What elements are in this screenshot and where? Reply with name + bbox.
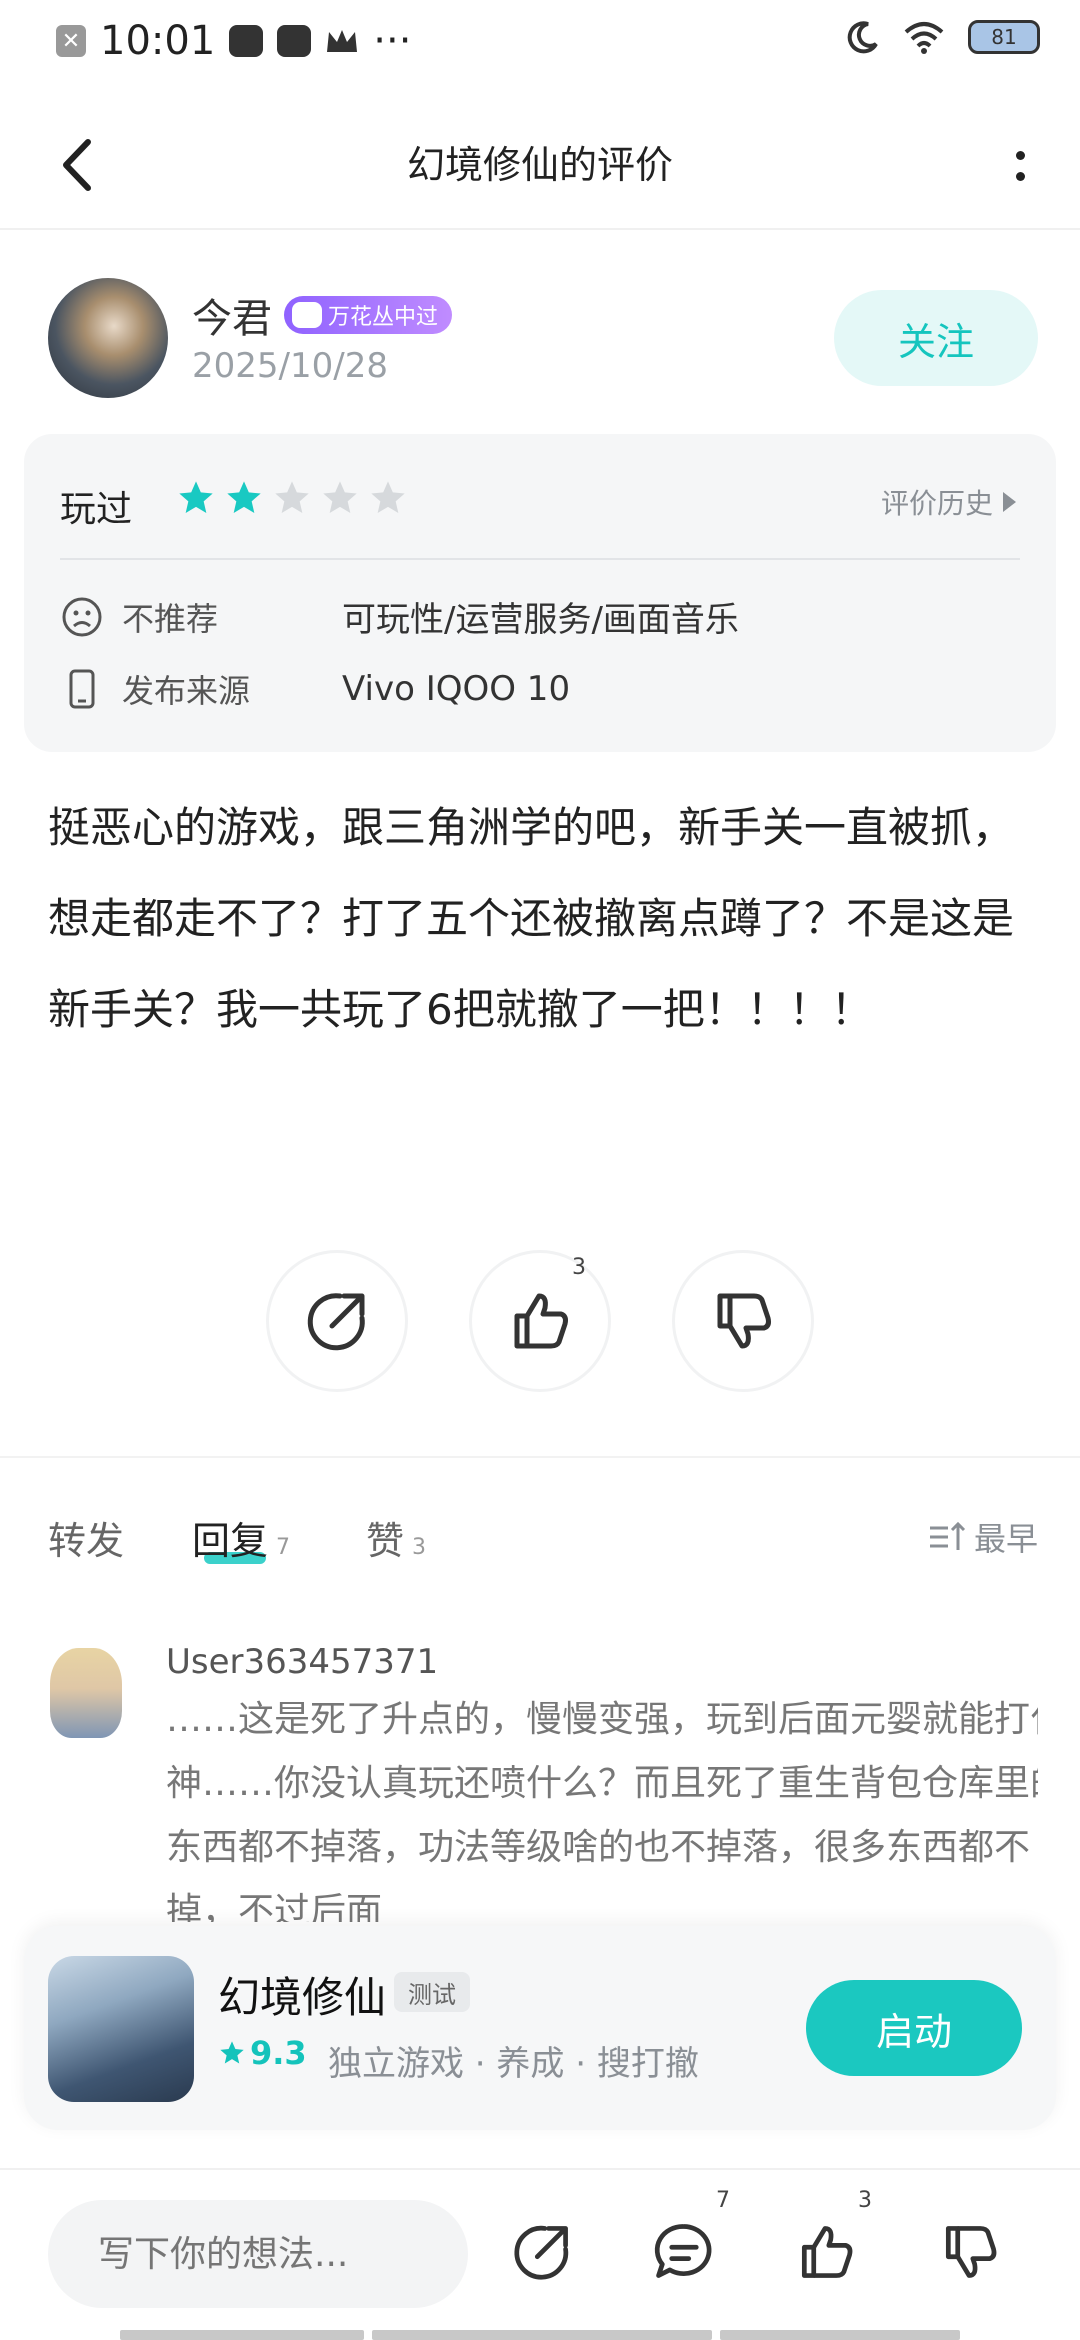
star-icon xyxy=(220,2041,244,2064)
game-score-value: 9.3 xyxy=(250,2034,307,2072)
thumbs-up-icon xyxy=(801,2226,853,2278)
share-button[interactable] xyxy=(266,1250,408,1392)
crown-icon xyxy=(327,30,358,52)
source-value: Vivo IQOO 10 xyxy=(342,669,571,709)
more-notifications: ··· xyxy=(373,18,412,64)
tab-likes-label: 赞 xyxy=(366,1519,405,1563)
more-options-button[interactable] xyxy=(1010,136,1030,196)
video-app-icon xyxy=(277,25,312,57)
thumbs-down-icon xyxy=(945,2226,997,2278)
comment-icon xyxy=(654,2224,712,2278)
follow-button[interactable]: 关注 xyxy=(834,290,1038,386)
notification-close-icon: ✕ xyxy=(56,25,86,57)
tab-repost-label: 转发 xyxy=(48,1519,125,1563)
tab-replies[interactable]: 回复 7 xyxy=(192,1510,290,1565)
reply-tabs: 转发 回复 7 赞3 最早 xyxy=(48,1500,1038,1580)
gamepad-icon xyxy=(292,302,322,328)
recommend-label: 不推荐 xyxy=(122,599,219,638)
tab-likes[interactable]: 赞3 xyxy=(366,1510,426,1565)
game-name: 幻境修仙 xyxy=(218,1973,387,2022)
like-bottom-count: 3 xyxy=(858,2188,872,2213)
share-bottom-button[interactable] xyxy=(502,2212,582,2292)
status-right: 81 xyxy=(846,20,1040,54)
like-count: 3 xyxy=(572,1255,586,1280)
sad-face-icon xyxy=(62,597,102,636)
moon-icon xyxy=(847,21,878,54)
sort-label: 最早 xyxy=(973,1520,1038,1558)
reply-username[interactable]: User363457371 xyxy=(166,1642,438,1682)
review-author: 今君 万花丛中过 2025/10/28 关注 xyxy=(48,276,1038,406)
bottom-bar: 7 3 xyxy=(0,2168,1080,2340)
card-divider xyxy=(60,558,1020,560)
like-button[interactable]: 3 xyxy=(469,1250,611,1392)
phone-icon xyxy=(69,669,95,709)
game-score: 9.3 xyxy=(218,2034,307,2072)
comment-button[interactable]: 7 xyxy=(644,2188,730,2292)
review-actions: 3 xyxy=(0,1250,1080,1400)
dot-icon xyxy=(1015,151,1025,160)
reply-avatar[interactable] xyxy=(50,1648,122,1738)
notification-app-icon xyxy=(229,25,264,57)
recommend-value: 可玩性/运营服务/画面音乐 xyxy=(342,600,739,640)
badge-label: 万花丛中过 xyxy=(328,305,439,330)
rating-card: 玩过 评价历史 不推荐 可玩性/运营服务/画面音乐 发布来源 Vivo IQOO… xyxy=(24,434,1056,752)
comment-input[interactable] xyxy=(48,2200,468,2308)
launch-button[interactable]: 启动 xyxy=(806,1980,1022,2076)
thumbs-down-icon xyxy=(717,1293,771,1349)
game-tag: 测试 xyxy=(394,1972,470,2012)
section-divider xyxy=(0,1456,1080,1458)
wifi-icon xyxy=(904,22,944,54)
nav-segment xyxy=(372,2330,712,2340)
author-avatar[interactable] xyxy=(48,278,168,398)
share-icon xyxy=(307,1293,365,1351)
source-label: 发布来源 xyxy=(122,672,251,710)
review-body: 挺恶心的游戏，跟三角洲学的吧，新手关一直被抓，想走都走不了？打了五个还被撤离点蹲… xyxy=(48,803,1015,1034)
status-left: ✕ 10:01 ··· xyxy=(56,18,411,64)
star-empty-icon xyxy=(371,481,405,513)
tab-replies-count: 7 xyxy=(276,1535,291,1560)
review-history-link[interactable]: 评价历史 xyxy=(881,482,1016,522)
home-indicator xyxy=(120,2330,960,2340)
nav-segment xyxy=(720,2330,960,2340)
thumbs-up-icon xyxy=(514,1293,568,1349)
share-icon xyxy=(514,2225,569,2280)
caret-right-icon xyxy=(1003,492,1016,512)
comment-count: 7 xyxy=(716,2188,730,2213)
game-icon xyxy=(48,1956,194,2102)
review-history-label: 评价历史 xyxy=(880,487,993,520)
sort-icon xyxy=(929,1521,966,1550)
tab-repost[interactable]: 转发 xyxy=(48,1510,124,1565)
dislike-bottom-button[interactable] xyxy=(930,2212,1010,2292)
tab-likes-count: 3 xyxy=(412,1535,427,1560)
game-card[interactable]: 幻境修仙 测试 9.3 独立游戏 · 养成 · 搜打撤 启动 xyxy=(24,1926,1056,2130)
author-name[interactable]: 今君 xyxy=(192,286,272,344)
source-row: 发布来源 Vivo IQOO 10 xyxy=(60,666,570,712)
page-title: 幻境修仙的评价 xyxy=(406,143,673,187)
review-date: 2025/10/28 xyxy=(192,346,388,386)
nav-segment xyxy=(120,2330,364,2340)
reply-item: User363457371 ……这是死了升点的，慢慢变强，玩到后面元婴就能打化神… xyxy=(48,1642,1038,1922)
title-bar: 幻境修仙的评价 xyxy=(0,110,1080,230)
star-empty-icon xyxy=(323,481,357,513)
game-tags: 独立游戏 · 养成 · 搜打撤 xyxy=(328,2044,699,2084)
sort-button[interactable]: 最早 xyxy=(928,1514,1038,1560)
played-label: 玩过 xyxy=(60,489,133,530)
star-filled-icon xyxy=(227,481,261,513)
dot-icon xyxy=(1015,172,1025,181)
dislike-button[interactable] xyxy=(672,1250,814,1392)
star-rating xyxy=(176,478,408,518)
status-bar: ✕ 10:01 ··· 81 xyxy=(0,0,1080,90)
recommend-row: 不推荐 可玩性/运营服务/画面音乐 xyxy=(60,592,739,641)
status-time: 10:01 xyxy=(100,18,216,64)
star-filled-icon xyxy=(179,481,213,513)
reply-text: ……这是死了升点的，慢慢变强，玩到后面元婴就能打化神……你没认真玩还喷什么？而且… xyxy=(166,1699,1038,1922)
tab-replies-label: 回复 xyxy=(192,1519,269,1563)
star-empty-icon xyxy=(275,481,309,513)
like-bottom-button[interactable]: 3 xyxy=(786,2188,872,2292)
user-title-badge: 万花丛中过 xyxy=(284,296,453,334)
battery-indicator: 81 xyxy=(968,20,1040,54)
